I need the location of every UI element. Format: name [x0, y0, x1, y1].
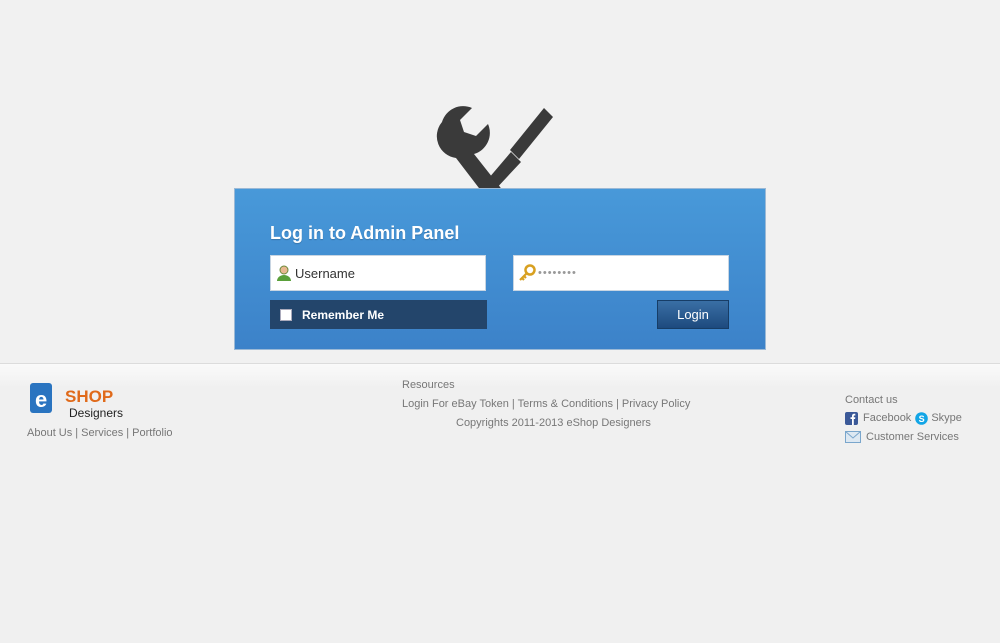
key-icon [519, 264, 536, 281]
contact-heading: Contact us [845, 394, 898, 406]
user-icon [277, 265, 291, 281]
ebay-token-link[interactable]: Login For eBay Token [402, 398, 509, 410]
tools-icon [436, 106, 553, 190]
svg-text:S: S [919, 414, 925, 424]
username-field[interactable] [270, 255, 486, 291]
password-field[interactable] [513, 255, 729, 291]
about-us-link[interactable]: About Us [27, 427, 72, 439]
login-button[interactable]: Login [657, 300, 729, 329]
footer-links-left: About Us | Services | Portfolio [27, 427, 173, 439]
remember-me-label: Remember Me [302, 307, 385, 322]
services-link[interactable]: Services [81, 427, 123, 439]
eshop-designers-logo: e SHOP Designers [30, 383, 123, 420]
remember-me-toggle[interactable]: Remember Me [270, 300, 487, 329]
svg-text:e: e [35, 387, 47, 412]
footer: e SHOP Designers About Us | Services | Portf… [0, 363, 1000, 643]
panel-title: Log in to Admin Panel [270, 223, 460, 243]
portfolio-link[interactable]: Portfolio [132, 427, 172, 439]
customer-services-link[interactable]: Customer Services [866, 431, 959, 443]
terms-link[interactable]: Terms & Conditions [518, 398, 613, 410]
mail-icon [845, 431, 861, 443]
svg-text:Designers: Designers [69, 406, 123, 420]
skype-icon: S [915, 411, 929, 425]
skype-link[interactable]: Skype [931, 412, 962, 424]
svg-text:SHOP: SHOP [65, 387, 113, 406]
username-input[interactable] [295, 265, 475, 281]
remember-me-checkbox[interactable] [280, 308, 292, 321]
resources-column: Resources Login For eBay Token | Terms & C… [402, 378, 690, 435]
resources-heading: Resources [402, 379, 455, 391]
copyright: Copyrights 2011-2013 eShop Designers [456, 417, 651, 429]
privacy-link[interactable]: Privacy Policy [622, 398, 690, 410]
contact-column: Contact us Facebook S Skype Customer Ser… [845, 391, 962, 446]
password-input[interactable] [538, 267, 718, 279]
facebook-link[interactable]: Facebook [863, 412, 911, 424]
login-panel: Log in to Admin Panel Remember Me Login [234, 188, 766, 350]
facebook-icon [845, 411, 858, 425]
